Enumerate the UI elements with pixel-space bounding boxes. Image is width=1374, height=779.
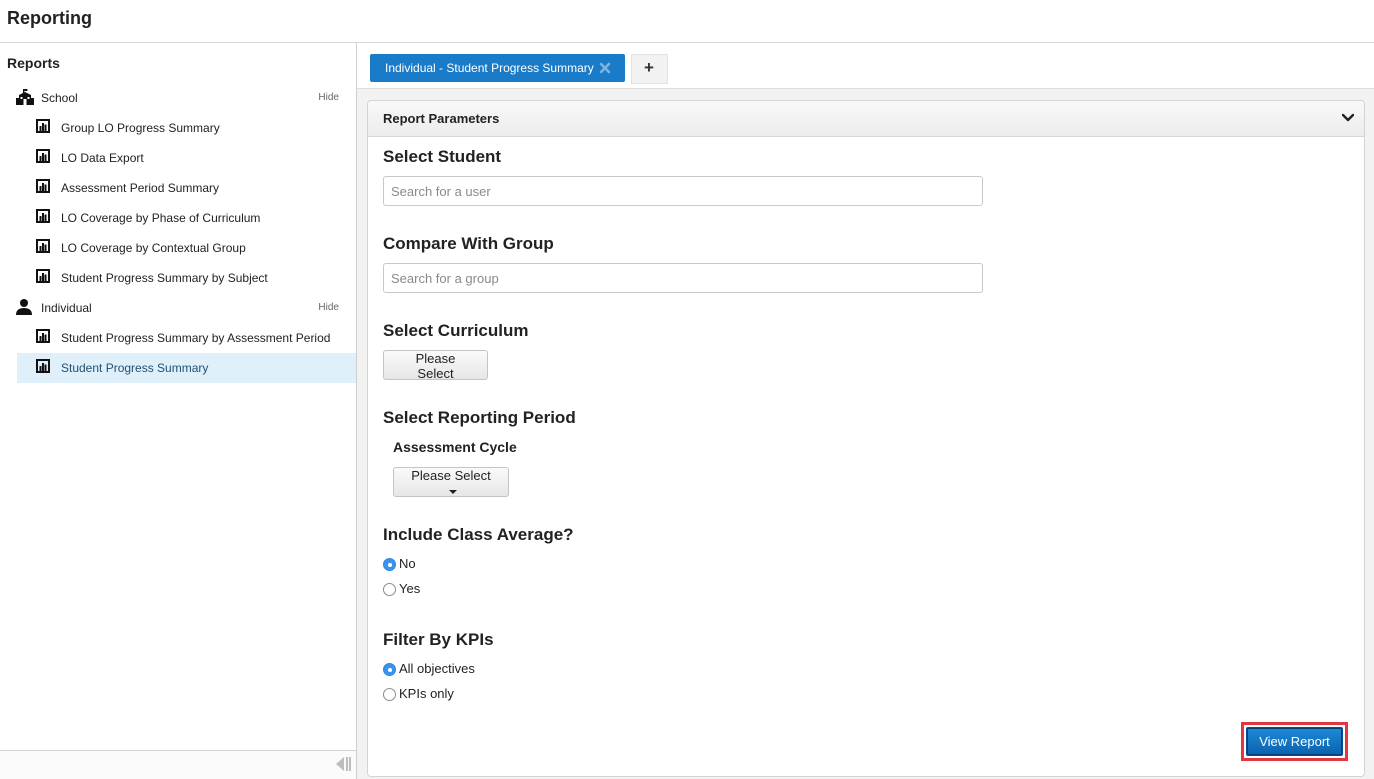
main-content: Individual - Student Progress Summary + …	[357, 43, 1374, 779]
sidebar-item-lo-coverage-contextual[interactable]: LO Coverage by Contextual Group	[17, 233, 356, 263]
tab-student-progress-summary[interactable]: Individual - Student Progress Summary	[370, 54, 625, 82]
student-search-input[interactable]	[383, 176, 983, 206]
sidebar-group-school: School Hide	[16, 86, 341, 110]
report-icon	[36, 149, 50, 163]
sidebar-item-student-progress-summary[interactable]: Student Progress Summary	[17, 353, 356, 383]
app-title: Reporting	[7, 8, 92, 28]
radio-label: KPIs only	[399, 686, 454, 701]
report-icon	[36, 359, 50, 373]
tab-label: Individual - Student Progress Summary	[385, 61, 594, 75]
sidebar-group-label: School	[41, 91, 78, 105]
sidebar-item-label: Assessment Period Summary	[61, 181, 220, 195]
sidebar-heading: Reports	[7, 55, 60, 71]
view-report-button[interactable]: View Report	[1246, 727, 1343, 756]
report-icon	[36, 269, 50, 283]
reporting-period-title: Select Reporting Period	[383, 408, 576, 427]
sidebar-item-student-progress-by-period[interactable]: Student Progress Summary by Assessment P…	[17, 323, 356, 353]
sidebar-group-label: Individual	[41, 301, 92, 315]
collapse-sidebar-icon[interactable]	[336, 756, 352, 772]
close-tab-icon[interactable]	[599, 62, 611, 74]
class-average-title: Include Class Average?	[383, 525, 574, 544]
sidebar-item-lo-coverage-phase[interactable]: LO Coverage by Phase of Curriculum	[17, 203, 356, 233]
radio-checked[interactable]	[383, 558, 396, 571]
sidebar-item-label: LO Data Export	[61, 151, 144, 165]
school-icon	[16, 89, 34, 105]
radio-unchecked[interactable]	[383, 583, 396, 596]
compare-group-title: Compare With Group	[383, 234, 554, 253]
panel-title: Report Parameters	[383, 111, 500, 126]
report-icon	[36, 179, 50, 193]
radio-unchecked[interactable]	[383, 688, 396, 701]
hide-individual-link[interactable]: Hide	[318, 302, 339, 313]
hide-school-link[interactable]: Hide	[318, 92, 339, 103]
radio-checked[interactable]	[383, 663, 396, 676]
group-search-input[interactable]	[383, 263, 983, 293]
assessment-cycle-select-label: Please Select	[411, 468, 491, 483]
sidebar-item-label: Student Progress Summary by Subject	[61, 271, 268, 285]
sidebar-item-label: Student Progress Summary by Assessment P…	[61, 331, 331, 345]
panel-header[interactable]: Report Parameters	[368, 101, 1364, 137]
sidebar-item-label: Student Progress Summary	[61, 361, 209, 375]
chevron-down-icon[interactable]	[1342, 113, 1354, 123]
tab-strip: Individual - Student Progress Summary +	[357, 43, 1374, 89]
sidebar-item-label: LO Coverage by Contextual Group	[61, 241, 246, 255]
sidebar-item-label: Group LO Progress Summary	[61, 121, 220, 135]
assessment-cycle-label: Assessment Cycle	[393, 439, 517, 455]
caret-down-icon	[449, 489, 457, 494]
select-curriculum-title: Select Curriculum	[383, 321, 529, 340]
report-icon	[36, 119, 50, 133]
person-icon	[16, 299, 32, 315]
sidebar-item-group-lo-progress-summary[interactable]: Group LO Progress Summary	[17, 113, 356, 143]
radio-label: No	[399, 556, 416, 571]
sidebar-item-assessment-period-summary[interactable]: Assessment Period Summary	[17, 173, 356, 203]
sidebar: Reports School Hide Group LO Progress Su…	[0, 43, 357, 779]
top-bar: Reporting	[0, 0, 1374, 43]
sidebar-item-student-progress-by-subject[interactable]: Student Progress Summary by Subject	[17, 263, 356, 293]
sidebar-item-label: LO Coverage by Phase of Curriculum	[61, 211, 261, 225]
radio-label: All objectives	[399, 661, 475, 676]
report-icon	[36, 329, 50, 343]
curriculum-select-label: Please Select	[415, 351, 456, 381]
radio-label: Yes	[399, 581, 421, 596]
sidebar-group-individual: Individual Hide	[16, 296, 341, 320]
add-tab-button[interactable]: +	[631, 54, 668, 84]
sidebar-footer	[0, 750, 356, 779]
curriculum-select-button[interactable]: Please Select	[383, 350, 488, 381]
report-icon	[36, 209, 50, 223]
report-icon	[36, 239, 50, 253]
sidebar-item-lo-data-export[interactable]: LO Data Export	[17, 143, 356, 173]
plus-icon: +	[644, 58, 654, 77]
select-student-title: Select Student	[383, 147, 502, 166]
assessment-cycle-dropdown[interactable]: Please Select	[393, 467, 509, 497]
filter-kpis-title: Filter By KPIs	[383, 630, 494, 649]
report-parameters-panel: Report Parameters Select Student Compare…	[367, 100, 1365, 777]
